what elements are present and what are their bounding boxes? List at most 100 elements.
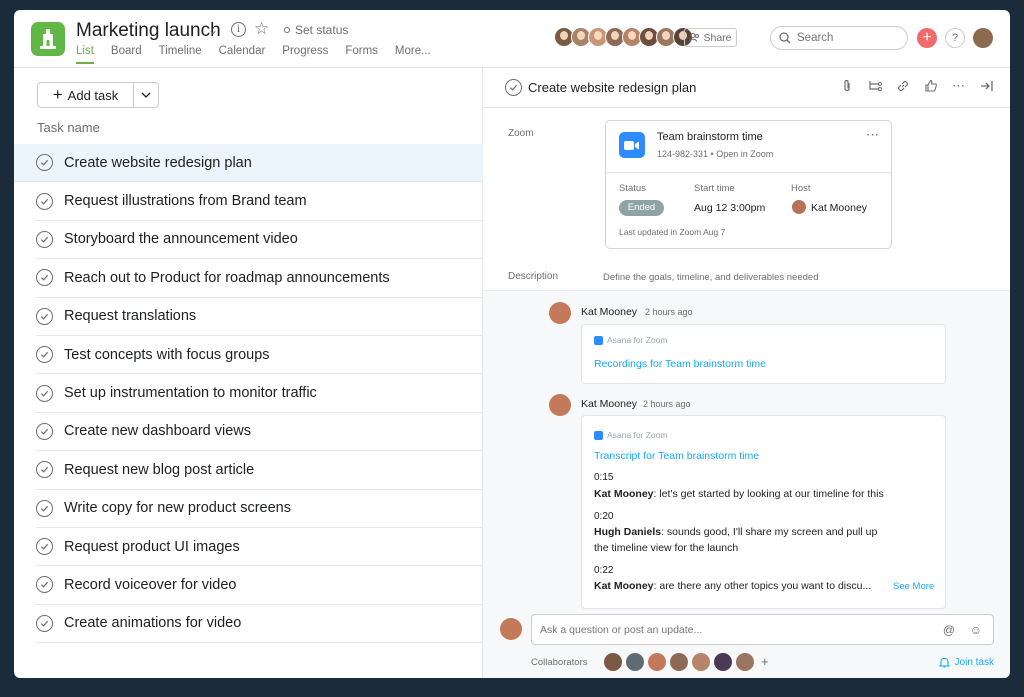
more-options-icon[interactable]: ⋯ [866,127,880,143]
search-icon [779,32,791,44]
collaborator-avatar[interactable] [626,653,644,671]
tab-list[interactable]: List [76,45,94,64]
more-options-icon[interactable]: ⋯ [951,78,966,93]
mark-complete-button[interactable] [36,576,53,594]
task-name[interactable]: Record voiceover for video [64,577,236,593]
mark-complete-button[interactable] [36,422,53,440]
task-row[interactable]: Storyboard the announcement video [36,221,483,260]
tab-timeline[interactable]: Timeline [159,45,202,64]
mark-complete-button[interactable] [36,192,53,210]
tab-more[interactable]: More... [395,45,431,64]
mark-complete-button[interactable] [36,346,53,364]
task-row[interactable]: Set up instrumentation to monitor traffi… [36,374,483,413]
check-icon [40,236,49,243]
task-title[interactable]: Create website redesign plan [528,80,696,95]
project-members[interactable] [554,27,693,47]
task-row[interactable]: Request new blog post article [36,451,483,490]
task-name[interactable]: Storyboard the announcement video [64,231,298,247]
like-icon[interactable] [923,78,938,93]
story-author[interactable]: Kat Mooney [581,306,637,318]
see-more-link[interactable]: See More [893,581,934,592]
comment-box[interactable]: @ ☺ [531,614,994,645]
set-status-button[interactable]: Set status [295,23,348,37]
recordings-link[interactable]: Recordings for Team brainstorm time [594,358,766,370]
source-label: Asana for Zoom [607,335,668,345]
timestamp: 0:15 [594,472,614,483]
zoom-meeting-card[interactable]: Team brainstorm time 124-982-331 • Open … [605,120,892,249]
collaborator-avatar[interactable] [648,653,666,671]
task-name[interactable]: Request translations [64,308,196,324]
transcript-line-continued: the timeline view for the launch [594,542,739,554]
collaborator-avatar[interactable] [714,653,732,671]
search-bar[interactable] [770,26,908,50]
mark-complete-button[interactable] [36,269,53,287]
collaborator-avatar[interactable] [670,653,688,671]
mark-complete-button[interactable] [36,499,53,517]
mark-complete-button[interactable] [36,614,53,632]
task-name[interactable]: Request product UI images [64,539,240,555]
help-button[interactable]: ? [945,28,965,48]
chevron-down-icon[interactable]: ⌄ [208,23,218,37]
task-row[interactable]: Write copy for new product screens [36,490,483,528]
mark-complete-button[interactable] [36,230,53,248]
mark-complete-button[interactable] [36,384,53,402]
task-row[interactable]: Create animations for video [36,605,483,644]
collaborator-avatar[interactable] [736,653,754,671]
description-text[interactable]: Define the goals, timeline, and delivera… [603,272,818,283]
quick-add-button[interactable]: + [917,28,937,48]
task-name[interactable]: Write copy for new product screens [64,500,291,516]
tab-board[interactable]: Board [111,45,142,64]
mark-complete-button[interactable] [36,538,53,556]
user-avatar[interactable] [973,28,993,48]
task-row[interactable]: Reach out to Product for roadmap announc… [36,259,483,298]
task-name[interactable]: Request new blog post article [64,462,254,478]
task-name[interactable]: Create animations for video [64,615,241,631]
avatar[interactable] [549,394,571,416]
task-row[interactable]: Create new dashboard views [36,413,483,452]
task-name[interactable]: Create new dashboard views [64,423,251,439]
task-name[interactable]: Reach out to Product for roadmap announc… [64,270,390,286]
collaborator-avatar[interactable] [604,653,622,671]
link-icon[interactable] [895,78,910,93]
task-name[interactable]: Create website redesign plan [64,155,252,171]
join-task-button[interactable]: Join task [938,656,994,668]
subtask-icon[interactable] [867,78,882,93]
info-icon[interactable]: i [231,22,246,37]
task-row[interactable]: Request product UI images [36,528,483,567]
add-task-button[interactable]: + Add task [38,83,134,107]
task-toolbar: ⋯ [839,78,994,93]
project-title[interactable]: Marketing launch [76,20,221,42]
tab-calendar[interactable]: Calendar [219,45,266,64]
task-row[interactable]: Test concepts with focus groups [36,336,483,375]
task-name[interactable]: Test concepts with focus groups [64,347,270,363]
task-row[interactable]: Request illustrations from Brand team [36,182,483,221]
story-time: 2 hours ago [645,307,693,317]
avatar[interactable] [549,302,571,324]
tab-forms[interactable]: Forms [345,45,378,64]
task-name[interactable]: Request illustrations from Brand team [64,193,307,209]
share-button[interactable]: Share [684,28,737,47]
star-icon[interactable]: ☆ [254,19,269,39]
search-input[interactable] [797,32,897,44]
meeting-id[interactable]: 124-982-331 • Open in Zoom [657,149,773,159]
mark-complete-button[interactable] [36,154,53,172]
mark-complete-button[interactable] [505,79,522,96]
task-name-column-header[interactable]: Task name [37,120,100,135]
mention-icon[interactable]: @ [943,623,955,637]
tab-progress[interactable]: Progress [282,45,328,64]
story-author[interactable]: Kat Mooney [581,398,637,410]
task-row[interactable]: Create website redesign plan [14,144,483,183]
emoji-icon[interactable]: ☺ [970,623,982,637]
attachment-icon[interactable] [839,78,854,93]
close-pane-icon[interactable] [979,78,994,93]
mark-complete-button[interactable] [36,307,53,325]
task-row[interactable]: Record voiceover for video [36,566,483,605]
task-row[interactable]: Request translations [36,298,483,336]
transcript-link[interactable]: Transcript for Team brainstorm time [594,450,759,462]
add-task-dropdown[interactable] [134,83,158,107]
comment-input[interactable] [540,623,920,636]
add-collaborator-icon[interactable]: + [761,653,769,671]
collaborator-avatar[interactable] [692,653,710,671]
task-name[interactable]: Set up instrumentation to monitor traffi… [64,385,317,401]
mark-complete-button[interactable] [36,461,53,479]
